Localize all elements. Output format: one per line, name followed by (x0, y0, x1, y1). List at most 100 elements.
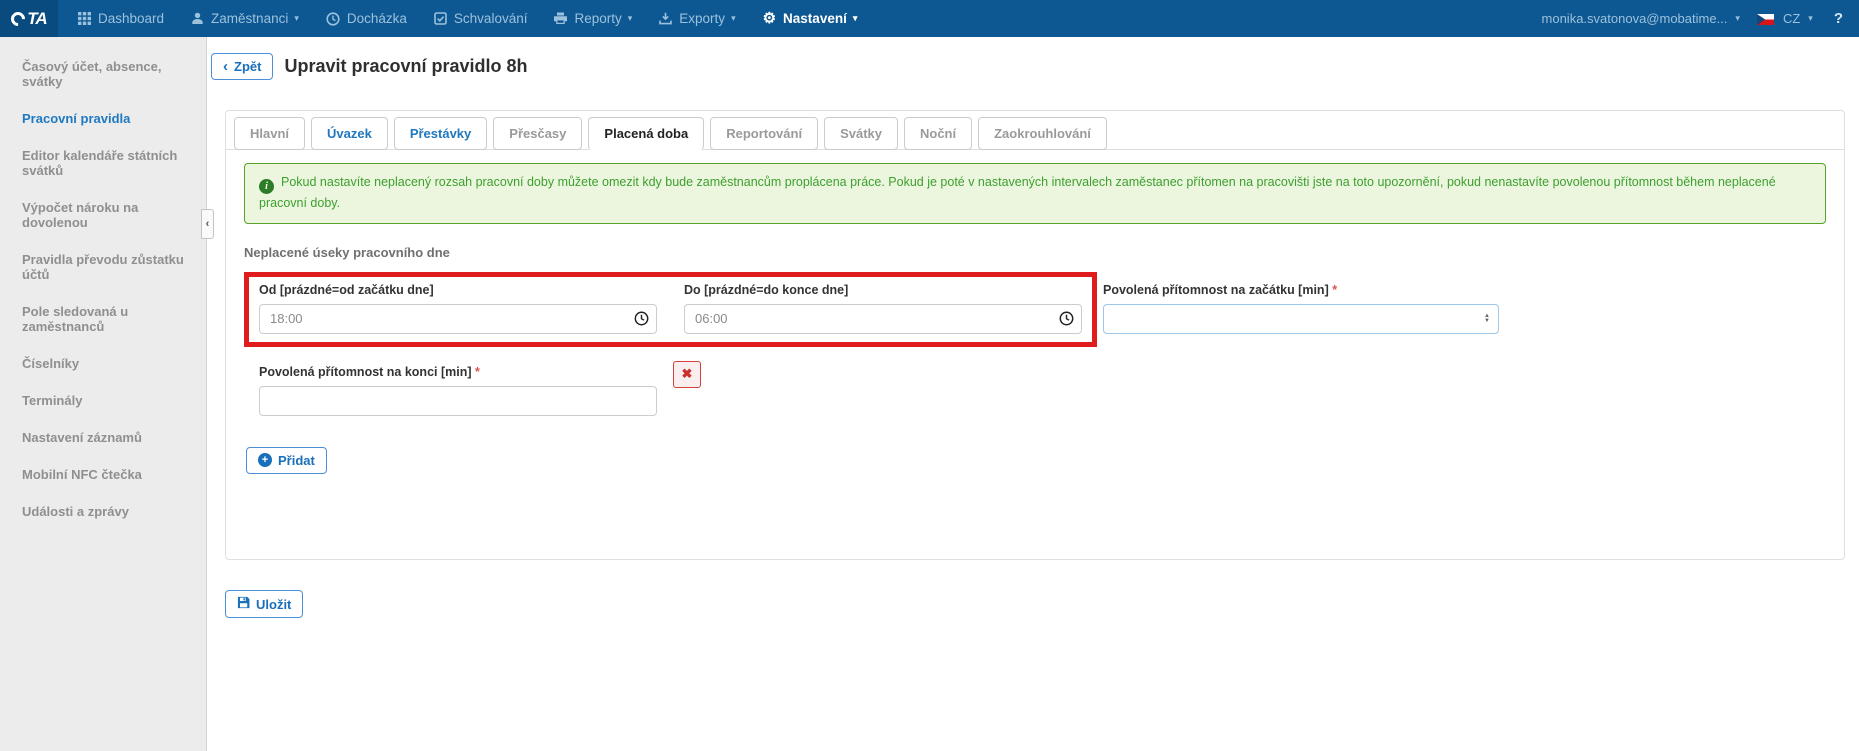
section-title: Neplacené úseky pracovního dne (244, 245, 1826, 260)
clock-icon[interactable] (634, 311, 649, 329)
sidebar-item-label: Časový účet, absence, svátky (22, 59, 161, 89)
chevron-down-icon: ▾ (628, 14, 633, 23)
sidebar-item-ciselniky[interactable]: Číselníky (0, 346, 206, 381)
plus-circle-icon: + (258, 453, 272, 467)
sidebar: Časový účet, absence, svátky Pracovní pr… (0, 37, 207, 751)
tab-svatky[interactable]: Svátky (824, 117, 898, 150)
from-time-input[interactable] (259, 304, 657, 334)
sidebar-item-label: Pole sledovaná u zaměstnanců (22, 304, 128, 334)
sidebar-item-vypocet-naroku[interactable]: Výpočet nároku na dovolenou (0, 190, 206, 240)
tab-nocni[interactable]: Noční (904, 117, 972, 150)
save-icon (237, 596, 250, 612)
sidebar-item-casovy-ucet[interactable]: Časový účet, absence, svátky (0, 49, 206, 99)
tab-placena-doba[interactable]: Placená doba (588, 117, 704, 150)
save-button[interactable]: Uložit (225, 590, 303, 618)
sidebar-item-pole-sledovana[interactable]: Pole sledovaná u zaměstnanců (0, 294, 206, 344)
sidebar-item-label: Terminály (22, 393, 82, 408)
stepper-down-icon[interactable]: ▼ (1484, 319, 1490, 324)
nav-item-dochazka[interactable]: Docházka (326, 11, 407, 26)
printer-icon (554, 12, 567, 25)
plus-glyph: + (262, 455, 268, 466)
sidebar-item-pravidla-prevodu[interactable]: Pravidla převodu zůstatku účtů (0, 242, 206, 292)
delete-x-icon: ✖ (682, 366, 693, 382)
sidebar-item-label: Pravidla převodu zůstatku účtů (22, 252, 184, 282)
export-download-icon (659, 12, 672, 25)
nav-item-reporty[interactable]: Reporty ▾ (554, 11, 632, 26)
check-square-icon (434, 12, 447, 25)
content-panel: Hlavní Úvazek Přestávky Přesčasy Placená… (225, 110, 1845, 560)
sidebar-item-label: Pracovní pravidla (22, 111, 130, 126)
nav-label: Zaměstnanci (211, 11, 288, 26)
chevron-left-icon: ‹ (223, 59, 228, 74)
nav-label: Exporty (679, 11, 725, 26)
chevron-left-icon: ‹ (206, 218, 210, 230)
tab-reportovani[interactable]: Reportování (710, 117, 818, 150)
chevron-down-icon[interactable]: ▾ (1808, 14, 1813, 23)
sidebar-item-pracovni-pravidla[interactable]: Pracovní pravidla (0, 101, 206, 136)
tab-bar: Hlavní Úvazek Přestávky Přesčasy Placená… (226, 111, 1844, 150)
field-to-label: Do [prázdné=do konce dne] (684, 283, 1082, 297)
field-allowed-start: Povolená přítomnost na začátku [min] * ▲… (1103, 283, 1499, 334)
field-allowed-end-label: Povolená přítomnost na konci [min] * (259, 365, 657, 379)
tab-hlavni[interactable]: Hlavní (234, 117, 305, 150)
back-button[interactable]: ‹ Zpět (211, 53, 273, 80)
sidebar-item-terminaly[interactable]: Terminály (0, 383, 206, 418)
gear-icon: ⚙ (763, 11, 776, 26)
nav-item-dashboard[interactable]: Dashboard (78, 11, 164, 26)
allowed-end-input[interactable] (259, 386, 657, 416)
tab-prestavky[interactable]: Přestávky (394, 117, 487, 150)
field-allowed-end: Povolená přítomnost na konci [min] * (259, 365, 657, 416)
label-text: Povolená přítomnost na konci [min] (259, 365, 472, 379)
sidebar-item-label: Výpočet nároku na dovolenou (22, 200, 138, 230)
stepper-icon[interactable]: ▲▼ (1484, 314, 1490, 324)
field-to: Do [prázdné=do konce dne] (684, 283, 1082, 334)
clock-icon (326, 12, 340, 26)
field-allowed-start-label: Povolená přítomnost na začátku [min] * (1103, 283, 1499, 297)
sidebar-item-nastaveni-zaznamu[interactable]: Nastavení záznamů (0, 420, 206, 455)
sidebar-item-label: Číselníky (22, 356, 79, 371)
sidebar-item-label: Editor kalendáře státních svátků (22, 148, 177, 178)
nav-item-exporty[interactable]: Exporty ▾ (659, 11, 735, 26)
field-from-label: Od [prázdné=od začátku dne] (259, 283, 657, 297)
nav-item-nastaveni[interactable]: ⚙ Nastavení ▾ (763, 11, 858, 26)
info-alert: iPokud nastavíte neplacený rozsah pracov… (244, 163, 1826, 224)
nav-label: Dashboard (98, 11, 164, 26)
top-navbar: TA Dashboard Zaměstnanci ▾ Docházka Schv… (0, 0, 1859, 37)
grid-icon (78, 12, 91, 25)
sidebar-item-mobilni-nfc[interactable]: Mobilní NFC čtečka (0, 457, 206, 492)
delete-row-button[interactable]: ✖ (673, 361, 701, 388)
chevron-down-icon: ▾ (853, 14, 858, 23)
sidebar-item-label: Události a zprávy (22, 504, 129, 519)
highlight-rectangle: Od [prázdné=od začátku dne] Do [prázdné=… (244, 272, 1097, 347)
user-email[interactable]: monika.svatonova@mobatime... (1542, 11, 1728, 26)
help-icon[interactable]: ? (1834, 10, 1843, 27)
app-logo[interactable]: TA (0, 0, 58, 37)
nav-label: Reporty (574, 11, 621, 26)
field-from: Od [prázdné=od začátku dne] (259, 283, 657, 334)
czech-flag-icon[interactable] (1757, 13, 1774, 24)
sidebar-item-udalosti-zpravy[interactable]: Události a zprávy (0, 494, 206, 529)
allowed-start-input[interactable]: ▲▼ (1103, 304, 1499, 334)
tab-zaokrouhlovani[interactable]: Zaokrouhlování (978, 117, 1107, 150)
language-label[interactable]: CZ (1783, 11, 1800, 26)
sidebar-collapse-handle[interactable]: ‹ (201, 209, 214, 239)
required-asterisk: * (475, 365, 480, 379)
save-button-label: Uložit (256, 597, 291, 612)
tab-prescasy[interactable]: Přesčasy (493, 117, 582, 150)
add-button-label: Přidat (278, 453, 315, 468)
chevron-down-icon[interactable]: ▾ (1735, 14, 1740, 23)
sidebar-item-editor-kalendare[interactable]: Editor kalendáře státních svátků (0, 138, 206, 188)
nav-label: Nastavení (783, 11, 847, 26)
page-title: Upravit pracovní pravidlo 8h (284, 56, 527, 77)
chevron-down-icon: ▾ (294, 14, 299, 23)
info-icon: i (259, 179, 274, 194)
tab-uvazek[interactable]: Úvazek (311, 117, 388, 150)
add-button[interactable]: + Přidat (246, 447, 327, 474)
label-text: Povolená přítomnost na začátku [min] (1103, 283, 1329, 297)
logo-text: TA (27, 9, 46, 29)
back-button-label: Zpět (234, 59, 261, 74)
nav-item-schvalovani[interactable]: Schvalování (434, 11, 528, 26)
clock-icon[interactable] (1059, 311, 1074, 329)
nav-item-zamestnanci[interactable]: Zaměstnanci ▾ (191, 11, 299, 26)
to-time-input[interactable] (684, 304, 1082, 334)
